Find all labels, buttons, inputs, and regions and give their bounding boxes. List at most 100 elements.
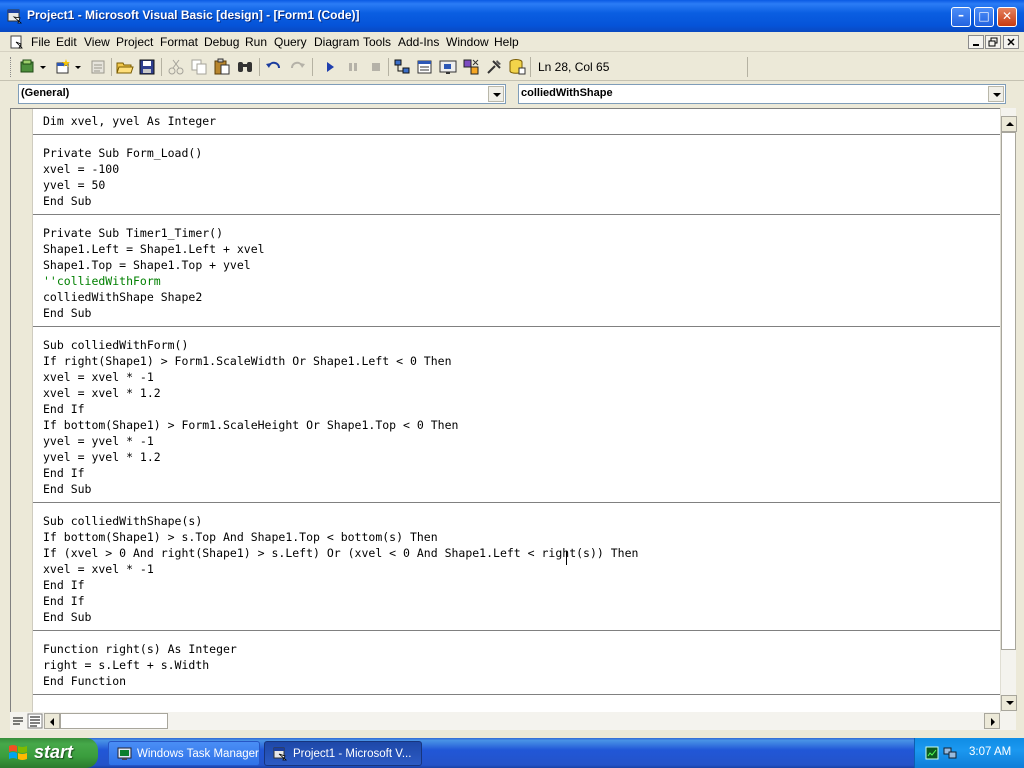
code-line[interactable]: End If <box>43 593 85 609</box>
procedure-combo-dropdown-button[interactable] <box>988 86 1004 102</box>
taskbar-item-visual-basic[interactable]: Project1 - Microsoft V... <box>264 741 422 766</box>
toolbox-icon[interactable] <box>485 58 503 76</box>
code-line[interactable]: End Sub <box>43 481 91 497</box>
minimize-button[interactable]: – <box>951 7 971 27</box>
close-button[interactable]: ✕ <box>997 7 1017 27</box>
code-line[interactable]: ''colliedWithForm <box>43 273 161 289</box>
menu-diagram[interactable]: Diagram <box>314 35 359 49</box>
menu-help[interactable]: Help <box>494 35 519 49</box>
cut-icon[interactable] <box>167 58 185 76</box>
code-line[interactable]: End Sub <box>43 305 91 321</box>
code-line[interactable]: Sub colliedWithForm() <box>43 337 188 353</box>
object-combo-dropdown-button[interactable] <box>488 86 504 102</box>
code-line[interactable]: If bottom(Shape1) > s.Top And Shape1.Top… <box>43 529 438 545</box>
task-manager-tray-icon[interactable] <box>925 746 939 760</box>
code-line[interactable]: xvel = xvel * 1.2 <box>43 385 161 401</box>
code-line[interactable]: Dim xvel, yvel As Integer <box>43 113 216 129</box>
code-line[interactable]: Private Sub Form_Load() <box>43 145 202 161</box>
code-line[interactable]: End If <box>43 465 85 481</box>
margin-indicator-bar[interactable] <box>11 109 33 713</box>
vertical-scroll-thumb[interactable] <box>1001 132 1016 650</box>
add-form-icon[interactable] <box>54 58 72 76</box>
menu-window[interactable]: Window <box>446 35 489 49</box>
code-line[interactable]: colliedWithShape Shape2 <box>43 289 202 305</box>
properties-window-icon[interactable] <box>416 58 434 76</box>
paste-icon[interactable] <box>213 58 231 76</box>
start-icon[interactable] <box>321 58 339 76</box>
menu-project[interactable]: Project <box>116 35 153 49</box>
add-project-icon[interactable] <box>19 58 37 76</box>
maximize-icon: □ <box>978 9 990 23</box>
toolbar-grip[interactable] <box>10 57 13 77</box>
scroll-left-button[interactable] <box>44 713 60 729</box>
menu-view[interactable]: View <box>84 35 110 49</box>
code-line[interactable]: xvel = -100 <box>43 161 119 177</box>
code-line[interactable]: xvel = xvel * -1 <box>43 561 154 577</box>
code-line[interactable]: End Function <box>43 673 126 689</box>
full-module-view-icon[interactable] <box>27 713 43 729</box>
start-button[interactable]: start <box>0 738 98 768</box>
code-line[interactable]: End Sub <box>43 609 91 625</box>
maximize-button[interactable]: □ <box>974 7 994 27</box>
code-line[interactable]: yvel = yvel * 1.2 <box>43 449 161 465</box>
horizontal-scroll-thumb[interactable] <box>60 713 168 729</box>
menu-tools[interactable]: Tools <box>363 35 391 49</box>
child-close-button[interactable] <box>1003 35 1019 49</box>
menu-file[interactable]: File <box>31 35 50 49</box>
scroll-down-button[interactable] <box>1001 695 1017 711</box>
break-icon[interactable] <box>344 58 362 76</box>
menu-debug[interactable]: Debug <box>204 35 239 49</box>
open-project-icon[interactable] <box>116 58 134 76</box>
code-editor[interactable]: Dim xvel, yvel As Integer Private Sub For… <box>10 108 1002 713</box>
form-layout-icon[interactable] <box>439 58 457 76</box>
code-window-icon[interactable] <box>10 35 24 49</box>
code-line[interactable]: End Sub <box>43 193 91 209</box>
code-line[interactable]: Shape1.Left = Shape1.Left + xvel <box>43 241 265 257</box>
code-line[interactable]: If bottom(Shape1) > Form1.ScaleHeight Or… <box>43 417 458 433</box>
code-line[interactable]: Function right(s) As Integer <box>43 641 237 657</box>
code-line[interactable]: yvel = 50 <box>43 177 105 193</box>
visual-basic-app-icon[interactable] <box>7 8 23 24</box>
project-explorer-icon[interactable] <box>393 58 411 76</box>
data-view-icon[interactable] <box>508 58 526 76</box>
end-icon[interactable] <box>367 58 385 76</box>
menu-query[interactable]: Query <box>274 35 307 49</box>
add-project-dropdown-icon[interactable] <box>38 58 48 76</box>
menu-format[interactable]: Format <box>160 35 198 49</box>
scroll-up-button[interactable] <box>1001 116 1017 132</box>
menu-add-ins[interactable]: Add-Ins <box>398 35 439 49</box>
code-line[interactable]: yvel = yvel * -1 <box>43 433 154 449</box>
code-line[interactable]: xvel = xvel * -1 <box>43 369 154 385</box>
copy-icon[interactable] <box>190 58 208 76</box>
visual-basic-app-icon <box>273 747 288 761</box>
menu-edit[interactable]: Edit <box>56 35 77 49</box>
title-bar[interactable]: Project1 - Microsoft Visual Basic [desig… <box>0 0 1024 32</box>
save-project-icon[interactable] <box>138 58 156 76</box>
clock[interactable]: 3:07 AM <box>969 746 1011 758</box>
redo-icon[interactable] <box>288 58 306 76</box>
child-restore-button[interactable] <box>985 35 1001 49</box>
code-line[interactable]: Shape1.Top = Shape1.Top + yvel <box>43 257 251 273</box>
scroll-right-button[interactable] <box>984 713 1000 729</box>
child-minimize-button[interactable] <box>968 35 984 49</box>
undo-icon[interactable] <box>265 58 283 76</box>
object-browser-icon[interactable] <box>462 58 480 76</box>
add-form-dropdown-icon[interactable] <box>73 58 83 76</box>
code-line[interactable]: right = s.Left + s.Width <box>43 657 209 673</box>
code-line[interactable]: If (xvel > 0 And right(Shape1) > s.Left)… <box>43 545 638 561</box>
taskbar-item-task-manager[interactable]: Windows Task Manager <box>108 741 260 766</box>
code-line[interactable]: If right(Shape1) > Form1.ScaleWidth Or S… <box>43 353 452 369</box>
menu-editor-icon[interactable] <box>89 58 107 76</box>
find-icon[interactable] <box>236 58 254 76</box>
code-line[interactable]: Private Sub Timer1_Timer() <box>43 225 223 241</box>
code-line[interactable]: End If <box>43 401 85 417</box>
object-combo[interactable]: (General) <box>18 84 506 104</box>
vertical-scrollbar[interactable] <box>1000 108 1017 712</box>
menu-run[interactable]: Run <box>245 35 267 49</box>
code-line[interactable]: End If <box>43 577 85 593</box>
procedure-view-icon[interactable] <box>10 713 26 729</box>
procedure-combo[interactable]: colliedWithShape <box>518 84 1006 104</box>
chevron-down-icon <box>493 93 501 97</box>
code-line[interactable]: Sub colliedWithShape(s) <box>43 513 202 529</box>
network-tray-icon[interactable] <box>943 746 957 760</box>
